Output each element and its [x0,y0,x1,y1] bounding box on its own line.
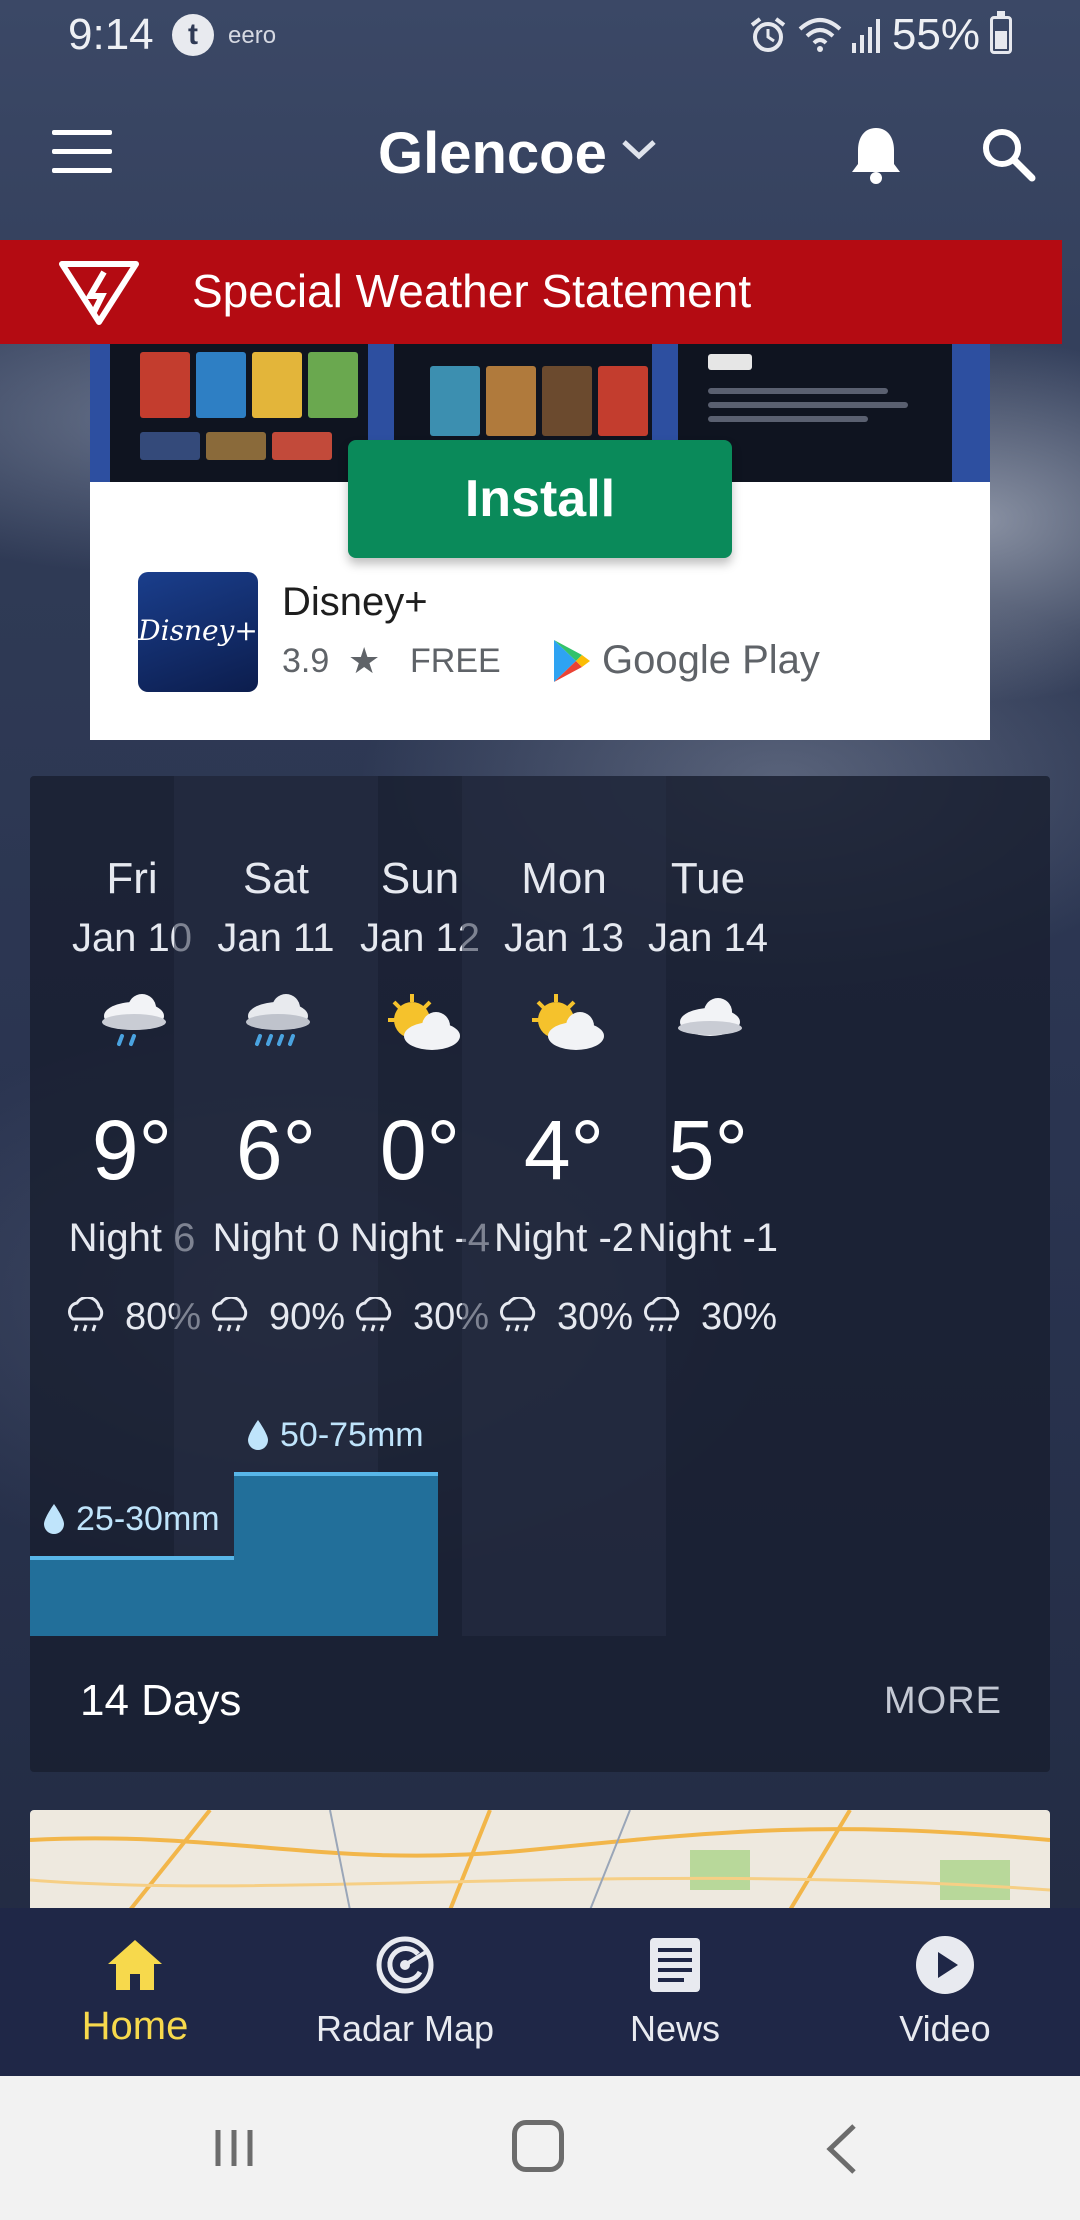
radar-icon [376,1936,434,1994]
status-bar: 9:14 t eero 55% [0,0,1080,70]
app-logo: Disney+ [138,572,258,692]
install-button[interactable]: Install [348,440,732,558]
chevron-down-icon[interactable] [614,130,664,170]
cloudy-icon [678,998,742,1036]
home-icon [108,1940,162,1990]
google-play-icon [554,640,590,682]
notification-app-icon: t [172,14,214,56]
menu-icon[interactable] [52,130,112,174]
search-icon[interactable] [978,124,1038,184]
rain-total-label: 25-30mm [42,1500,220,1539]
fourteen-days-link[interactable]: 14 Days [80,1676,241,1726]
rain-cloud-icon [68,1295,104,1332]
store-name: Google Play [602,638,820,682]
alarm-icon [750,17,786,52]
partly-sunny-icon [388,994,460,1050]
status-time: 9:14 [68,10,154,59]
forecast-footer: 14 Days MORE [30,1636,1050,1772]
water-drop-icon [44,1504,64,1534]
back-icon[interactable] [822,2122,862,2176]
nav-label: Radar Map [315,2008,495,2049]
weather-alert-banner[interactable]: Special Weather Statement [0,240,1062,344]
nav-label: Video [899,2008,991,2049]
play-icon [916,1936,974,1994]
star-icon: ★ [348,640,381,681]
status-carrier: eero [228,22,277,49]
nav-home[interactable]: Home [0,1908,270,2076]
nav-label: News [629,2008,721,2049]
signal-icon [851,19,880,53]
news-icon [650,1938,700,1992]
partly-sunny-icon [532,994,604,1050]
system-nav-bar [0,2076,1080,2220]
rain-cloud-icon [356,1295,392,1332]
water-drop-icon [248,1420,268,1450]
map-roads [30,1810,1050,1910]
bell-icon[interactable] [846,122,906,186]
rain-cloud-icon [212,1295,248,1332]
alert-text: Special Weather Statement [192,265,752,317]
nav-radar-map[interactable]: Radar Map [270,1908,540,2076]
battery-percent: 55% [891,10,980,59]
forecast-card[interactable]: Fri Jan 10 9° Night 6 80% Sat Jan 11 6° … [30,776,1050,1772]
nav-news[interactable]: News [540,1908,810,2076]
home-button[interactable] [512,2120,564,2172]
day-date: Jan 14 [647,916,769,960]
precip-chance: 30% [606,1295,810,1339]
ad-card[interactable]: Install Disney+ Disney+ 3.9 ★ FREE Googl… [90,344,990,740]
nav-label: Home [81,2004,189,2048]
app-bar: Glencoe [0,90,1080,230]
status-right: 55% [748,10,1012,60]
rain-cloud-icon [644,1295,680,1332]
bottom-nav: Home Radar Map News Video [0,1908,1080,2076]
day-temp: 5° [667,1103,749,1197]
rain-total-label: 50-75mm [246,1416,424,1455]
cloud-rain-light-icon [102,994,166,1046]
alert-triangle-icon [59,261,139,325]
rain-cloud-icon [500,1295,536,1332]
night-temp: Night -1 [637,1216,779,1260]
app-name: Disney+ [282,580,428,624]
recent-apps-icon[interactable] [212,2126,256,2170]
rain-total-bar [30,1556,234,1636]
forecast-day[interactable]: Tue Jan 14 5° Night -1 30% [606,776,810,1636]
more-link[interactable]: MORE [884,1680,1002,1723]
nav-video[interactable]: Video [810,1908,1080,2076]
cloud-rain-heavy-icon [246,994,310,1046]
rain-total-bar [234,1472,438,1636]
wifi-icon [798,18,842,52]
app-price: FREE [410,642,501,680]
location-title[interactable]: Glencoe [378,120,607,187]
day-name: Tue [670,854,746,903]
ad-screenshot [104,344,374,482]
radar-map-preview[interactable] [30,1810,1050,1910]
battery-icon [990,11,1012,54]
app-rating: 3.9 [282,642,330,680]
